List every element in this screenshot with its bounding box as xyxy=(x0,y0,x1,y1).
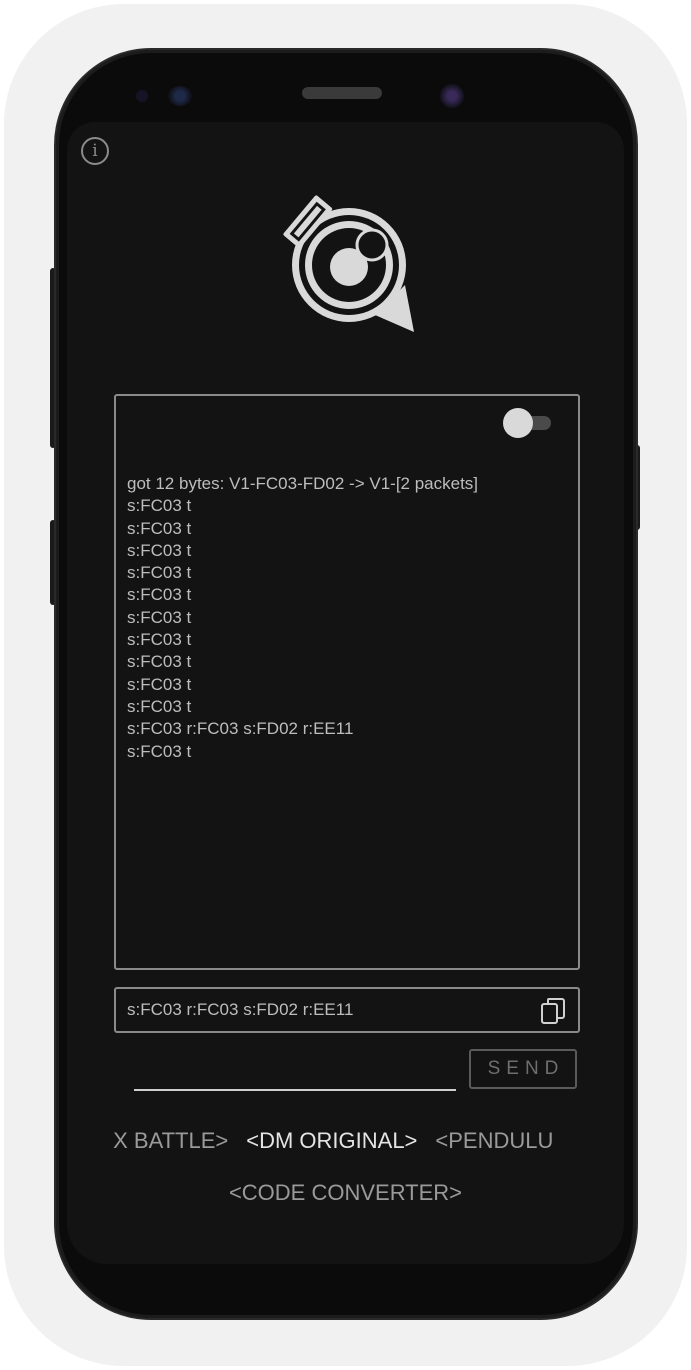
iris-sensor xyxy=(168,86,192,106)
front-camera xyxy=(440,84,464,108)
log-panel: got 12 bytes: V1-FC03-FD02 -> V1-[2 pack… xyxy=(114,394,580,970)
app-logo-icon xyxy=(283,195,414,332)
send-button[interactable]: SEND xyxy=(469,1049,577,1089)
log-line: s:FC03 r:FC03 s:FD02 r:EE11 xyxy=(127,719,354,739)
code-converter-link[interactable]: <CODE CONVERTER> xyxy=(0,1180,691,1206)
log-output: got 12 bytes: V1-FC03-FD02 -> V1-[2 pack… xyxy=(127,473,567,763)
log-line: got 12 bytes: V1-FC03-FD02 -> V1-[2 pack… xyxy=(127,474,479,493)
copy-icon[interactable] xyxy=(540,997,566,1025)
log-line: s:FC03 t xyxy=(127,540,192,560)
info-icon[interactable]: i xyxy=(81,137,109,165)
log-line: s:FC03 t xyxy=(127,496,192,516)
log-line: s:FC03 t xyxy=(127,518,192,538)
log-line: s:FC03 t xyxy=(127,585,192,605)
toggle-thumb xyxy=(503,408,533,438)
mode-item-dm-original[interactable]: <DM ORIGINAL> xyxy=(246,1128,417,1154)
mode-item-pendulum[interactable]: <PENDULU xyxy=(435,1128,553,1154)
log-line: s:FC03 t xyxy=(127,696,192,716)
packet-input-box[interactable]: s:FC03 r:FC03 s:FD02 r:EE11 xyxy=(114,987,580,1033)
log-line: s:FC03 t xyxy=(127,607,192,627)
proximity-sensor xyxy=(136,90,148,102)
toggle-switch[interactable] xyxy=(503,407,551,438)
earpiece-speaker xyxy=(302,87,382,99)
mode-selector: IX BATTLE> <DM ORIGINAL> <PENDULU xyxy=(112,1128,580,1162)
log-line: s:FC03 t xyxy=(127,563,192,583)
log-line: s:FC03 t xyxy=(127,674,192,694)
log-line: s:FC03 t xyxy=(127,741,192,761)
command-input[interactable] xyxy=(134,1055,456,1091)
log-line: s:FC03 t xyxy=(127,630,192,650)
packet-input-value: s:FC03 r:FC03 s:FD02 r:EE11 xyxy=(127,1000,354,1019)
mode-item-ix-battle[interactable]: IX BATTLE> xyxy=(112,1128,228,1154)
log-line: s:FC03 t xyxy=(127,652,192,672)
mode-track: IX BATTLE> <DM ORIGINAL> <PENDULU xyxy=(112,1128,571,1154)
